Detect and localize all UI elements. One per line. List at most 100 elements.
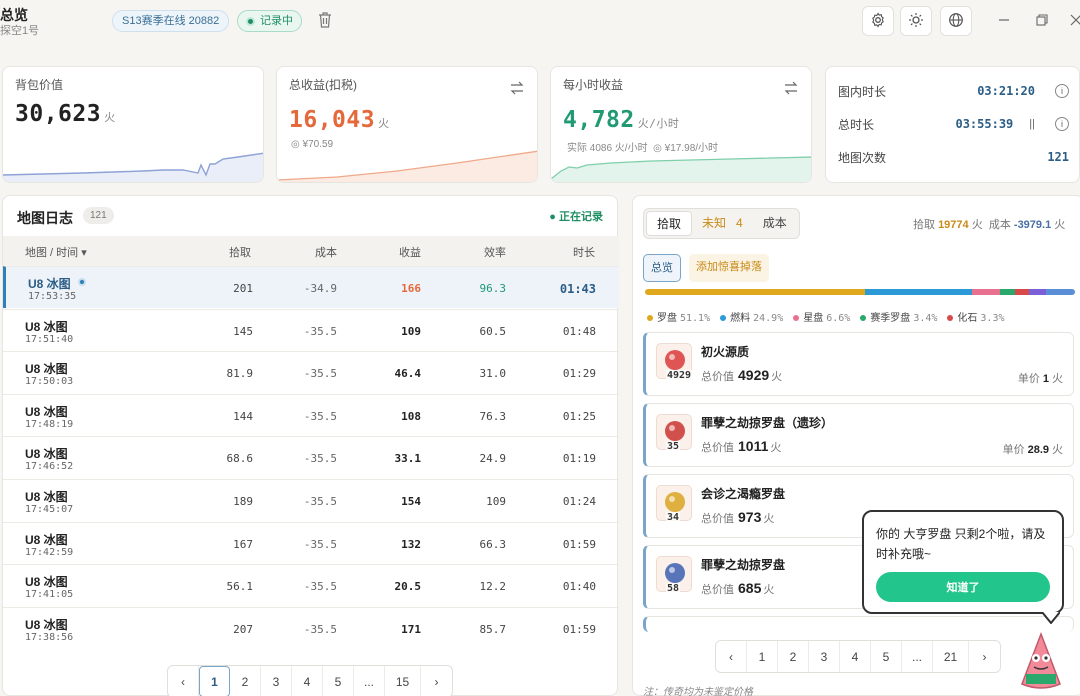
legend-item[interactable]: 化石 3.3%	[947, 309, 1005, 324]
restore-button[interactable]	[1030, 10, 1054, 32]
col-cost[interactable]: 成本	[315, 244, 337, 260]
page-button[interactable]: 3	[809, 641, 840, 672]
row-time: 17:41:05	[25, 589, 74, 601]
globe-icon	[948, 12, 964, 31]
drops-summary: 拾取 19774 火 成本 -3979.1 火	[913, 219, 1066, 231]
acknowledge-button[interactable]: 知道了	[876, 572, 1050, 602]
table-row[interactable]: U8 冰图 17:46:52 68.6 -35.5 33.1 24.9 01:19	[3, 436, 619, 478]
drop-item-card[interactable]: 35 罪孽之劫掠罗盘（遗珍） 总价值 1011 火 单价 28.9 火	[643, 403, 1074, 467]
row-cost: -35.5	[303, 580, 337, 594]
bar-segment	[645, 289, 865, 295]
table-row[interactable]: U8 冰图 17:41:05 56.1 -35.5 20.5 12.2 01:40	[3, 564, 619, 606]
row-cost: -34.9	[303, 282, 337, 295]
swap-icon[interactable]	[783, 81, 799, 95]
page-button[interactable]: 5	[871, 641, 902, 672]
row-map-name: U8 冰图	[25, 404, 68, 419]
row-profit: 166	[401, 282, 421, 295]
page-button[interactable]: 2	[230, 666, 261, 696]
row-map-name: U8 冰图	[25, 490, 68, 504]
page-button[interactable]: 2	[778, 641, 809, 672]
row-map-name: U8 冰图	[25, 617, 68, 632]
legend-item[interactable]: 赛季罗盘 3.4%	[860, 309, 937, 324]
minimize-button[interactable]	[992, 10, 1016, 32]
in-map-time-row: 图内时长 03:21:20 i	[838, 81, 1069, 101]
table-row[interactable]: U8 冰图 17:51:40 145 -35.5 109 60.5 01:48	[3, 308, 619, 351]
col-profit[interactable]: 收益	[399, 244, 421, 260]
col-map-time[interactable]: 地图 / 时间 ▾	[25, 244, 87, 260]
row-dur: 01:59	[562, 622, 596, 636]
income-card: 总收益(扣税) 16,043 火 ◎ ¥70.59	[276, 66, 538, 183]
chevron-left-icon: ‹	[181, 674, 185, 689]
drop-item-card-partial	[643, 616, 1074, 632]
prev-page-button[interactable]: ‹	[716, 641, 747, 672]
table-row[interactable]: U8 冰图 17:42:59 167 -35.5 132 66.3 01:59	[3, 521, 619, 564]
close-button[interactable]	[1064, 10, 1080, 32]
sun-icon	[908, 12, 924, 31]
col-efficiency[interactable]: 效率	[484, 244, 506, 260]
item-unit-price: 单价 28.9 火	[1002, 444, 1063, 456]
page-button[interactable]: 15	[385, 666, 421, 696]
page-button[interactable]: 1	[747, 641, 778, 672]
page-button[interactable]: 4	[292, 666, 323, 696]
next-page-button[interactable]: ›	[969, 641, 1000, 672]
add-surprise-drop-button[interactable]: 添加惊喜掉落	[689, 254, 769, 282]
legend-dot-icon	[860, 315, 867, 321]
overview-filter[interactable]: 总览	[643, 254, 681, 282]
drop-item-card[interactable]: 4929 初火源质 总价值 4929 火 单价 1 火	[643, 332, 1074, 396]
prev-page-button[interactable]: ‹	[168, 666, 199, 696]
tab-unknown[interactable]: 未知 4	[692, 211, 753, 236]
table-row[interactable]: U8 冰图 17:38:56 207 -35.5 171 85.7 01:59	[3, 606, 619, 649]
bag-value-sparkline	[3, 152, 263, 182]
footnote: 注：传奇均为未鉴定价格	[643, 687, 753, 696]
next-page-button[interactable]: ›	[421, 666, 452, 696]
total-time-row: 总时长 03:55:39 || i	[838, 114, 1069, 134]
table-row[interactable]: U8 冰图 17:45:07 189 -35.5 154 109 01:24	[3, 479, 619, 521]
row-profit: 46.4	[394, 367, 422, 381]
tab-cost[interactable]: 成本	[753, 211, 797, 236]
category-share-bar	[645, 289, 1075, 295]
page-button[interactable]: 21	[933, 641, 969, 672]
reminder-popup: 你的 大亨罗盘 只剩2个啦，请及时补充哦~ 知道了	[862, 510, 1064, 624]
close-icon	[1070, 14, 1080, 29]
row-time: 17:45:07	[25, 504, 74, 515]
table-row[interactable]: U8 冰图 17:50:03 81.9 -35.5 46.4 31.0 01:29	[3, 351, 619, 393]
page-button[interactable]: 4	[840, 641, 871, 672]
legend-item[interactable]: 星盘 6.6%	[793, 309, 850, 324]
legend-item[interactable]: 燃料 24.9%	[720, 309, 783, 324]
row-dur: 01:43	[559, 282, 596, 296]
theme-button[interactable]	[900, 6, 932, 36]
legend-dot-icon	[647, 315, 653, 321]
recording-label: 记录中	[260, 15, 293, 27]
pause-icon[interactable]: ||	[1029, 118, 1035, 130]
recording-status[interactable]: 记录中	[237, 10, 302, 32]
legend-item[interactable]: 罗盘 51.1%	[647, 309, 710, 324]
season-badge: S13赛季在线 20882	[112, 10, 230, 32]
row-map-name: U8 冰图	[25, 575, 68, 590]
settings-button[interactable]	[862, 6, 894, 36]
row-cost: -35.5	[303, 409, 337, 423]
item-total: 总价值 4929 火	[701, 367, 783, 383]
table-row[interactable]: U8 冰图 17:48:19 144 -35.5 108 76.3 01:25	[3, 393, 619, 436]
page-button[interactable]: 5	[323, 666, 354, 696]
info-icon[interactable]: i	[1055, 117, 1069, 131]
language-button[interactable]	[940, 6, 972, 36]
tab-pick[interactable]: 拾取	[646, 211, 693, 236]
row-pick: 189	[233, 495, 253, 508]
row-time: 17:46:52	[25, 461, 74, 473]
character-name: 探空1号	[0, 25, 40, 37]
info-icon[interactable]: i	[1055, 84, 1069, 98]
hourly-value: 4,782 火/小时	[563, 107, 680, 133]
row-dur: 01:19	[562, 452, 596, 466]
page-button[interactable]: 3	[261, 666, 292, 696]
col-pick[interactable]: 拾取	[229, 244, 251, 260]
mascot-icon[interactable]	[1018, 631, 1064, 694]
col-duration[interactable]: 时长	[573, 244, 595, 260]
swap-icon[interactable]	[509, 81, 525, 95]
page-button[interactable]: 1	[199, 666, 230, 696]
category-legend: 罗盘 51.1% 燃料 24.9% 星盘 6.6% 赛季罗盘 3.4% 化石 3.3%	[647, 309, 1005, 324]
trash-icon[interactable]	[318, 12, 334, 30]
map-log-panel: 地图日志 121 ● 正在记录 地图 / 时间 ▾ 拾取 成本 收益 效率 时长…	[2, 195, 619, 696]
row-map-name: U8 冰图	[25, 447, 68, 462]
table-row[interactable]: U8 冰图 17:53:35 201 -34.9 166 96.3 01:43	[3, 266, 619, 308]
page-ellipsis: ...	[902, 641, 933, 672]
